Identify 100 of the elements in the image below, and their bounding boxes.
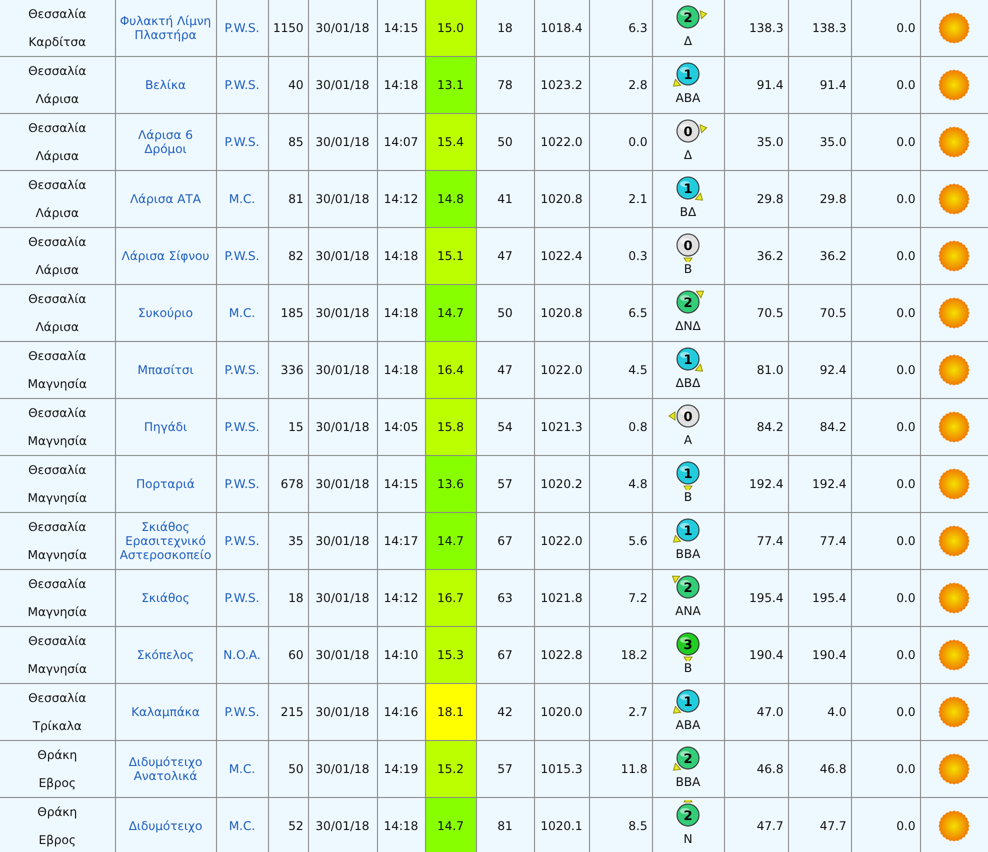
table-cell: 67 — [497, 648, 513, 662]
station-link[interactable]: Μπασίτσι — [118, 363, 214, 377]
station-link[interactable]: Σκιάθος Ερασιτεχνικό Αστεροσκοπείο — [118, 520, 214, 562]
table-cell: 2.1 — [628, 192, 648, 206]
wind-direction-label: Δ — [682, 34, 694, 48]
temperature-cell: 16.4 — [425, 342, 476, 398]
station-link[interactable]: Διδυμότειχο — [118, 819, 214, 833]
table-cell: 85 — [288, 135, 304, 149]
network-link[interactable]: P.W.S. — [224, 249, 260, 263]
table-cell: 52 — [288, 819, 304, 833]
table-cell: 35.0 — [756, 135, 784, 149]
temperature-cell: 15.0 — [425, 0, 476, 56]
table-cell: 215 — [280, 705, 304, 719]
region-label: Θράκη — [36, 747, 78, 764]
wind-force-label: 1 — [683, 524, 693, 539]
station-link[interactable]: Συκούριο — [118, 306, 214, 320]
table-cell: 77.4 — [820, 534, 846, 548]
network-link[interactable]: P.W.S. — [224, 591, 260, 605]
station-link[interactable]: Πορταριά — [118, 477, 214, 491]
table-cell: 60 — [288, 648, 304, 662]
table-cell: 0.0 — [896, 705, 916, 719]
wind-force-label: 2 — [683, 581, 693, 596]
table-cell: 1020.0 — [540, 705, 582, 719]
table-cell: 0.0 — [896, 21, 916, 35]
table-cell: 0.0 — [896, 477, 916, 491]
table-cell: 0.3 — [628, 249, 648, 263]
network-link[interactable]: M.C. — [228, 819, 256, 833]
station-link[interactable]: Καλαμπάκα — [118, 705, 214, 719]
table-cell: 15 — [288, 420, 304, 434]
table-cell: 54 — [497, 420, 513, 434]
station-link[interactable]: Βελίκα — [118, 78, 214, 92]
wind-direction-label: Δ — [682, 148, 694, 162]
network-link[interactable]: M.C. — [228, 192, 256, 206]
region-label: Θεσσαλία — [27, 405, 88, 422]
network-link[interactable]: P.W.S. — [224, 135, 260, 149]
region-label: Εβρος — [38, 775, 77, 792]
table-cell: 30/01/18 — [316, 78, 370, 92]
wind-force-label: 0 — [683, 410, 693, 425]
station-link[interactable]: Σκιάθος — [118, 591, 214, 605]
table-cell: 190.4 — [812, 648, 846, 662]
station-link[interactable]: Σκόπελος — [118, 648, 214, 662]
table-cell: 1020.2 — [540, 477, 582, 491]
table-cell: 0.0 — [896, 591, 916, 605]
region-label: Λάρισα — [34, 148, 80, 165]
table-cell: 35 — [288, 534, 304, 548]
region-label: Θεσσαλία — [27, 234, 88, 251]
station-link[interactable]: Διδυμότειχο Ανατολικά — [118, 755, 214, 783]
table-cell: 0.0 — [896, 192, 916, 206]
table-cell: 57 — [497, 762, 513, 776]
table-cell: 30/01/18 — [316, 135, 370, 149]
region-label: Λάρισα — [34, 91, 80, 108]
network-link[interactable]: M.C. — [228, 306, 256, 320]
network-link[interactable]: P.W.S. — [224, 363, 260, 377]
table-cell: 47.7 — [820, 819, 846, 833]
table-cell: 50 — [497, 135, 513, 149]
temperature-cell: 14.7 — [425, 284, 476, 342]
table-cell: 30/01/18 — [316, 648, 370, 662]
wind-direction-label: ΑΒΑ — [674, 718, 702, 732]
network-link[interactable]: N.O.A. — [223, 648, 261, 662]
region-label: Λάρισα — [34, 319, 80, 336]
network-link[interactable]: P.W.S. — [224, 21, 260, 35]
station-link[interactable]: Λάρισα ΑΤΑ — [118, 192, 214, 206]
wind-direction-label: Β — [682, 490, 694, 504]
table-cell: 91.4 — [820, 78, 846, 92]
table-cell: 1022.0 — [540, 363, 582, 377]
table-cell: 30/01/18 — [316, 477, 370, 491]
network-link[interactable]: P.W.S. — [224, 705, 260, 719]
table-cell: 35.0 — [820, 135, 846, 149]
wind-force-label: 0 — [683, 239, 693, 254]
table-cell: 14:05 — [384, 420, 418, 434]
table-cell: 1022.8 — [540, 648, 582, 662]
table-cell: 0.0 — [896, 819, 916, 833]
station-link[interactable]: Πηγάδι — [118, 420, 214, 434]
region-label: Λάρισα — [34, 262, 80, 279]
table-cell: 18 — [497, 21, 513, 35]
network-link[interactable]: M.C. — [228, 762, 256, 776]
table-cell: 30/01/18 — [316, 306, 370, 320]
station-link[interactable]: Φυλακτή Λίμνη Πλαστήρα — [118, 14, 214, 42]
temperature-cell: 15.2 — [425, 740, 476, 798]
network-link[interactable]: P.W.S. — [224, 78, 260, 92]
station-link[interactable]: Λάρισα Σίφνου — [118, 249, 214, 263]
region-label: Θεσσαλία — [27, 348, 88, 365]
table-cell: 81.0 — [756, 363, 784, 377]
region-label: Θεσσαλία — [27, 519, 88, 536]
table-cell: 1020.8 — [540, 192, 582, 206]
wind-direction-label: ΔΝΔ — [674, 319, 702, 333]
table-cell: 84.2 — [820, 420, 846, 434]
temperature-cell: 15.4 — [425, 114, 476, 170]
station-link[interactable]: Λάρισα 6 Δρόμοι — [118, 128, 214, 156]
table-cell: 70.5 — [756, 306, 784, 320]
table-cell: 2.7 — [628, 705, 648, 719]
table-cell: 84.2 — [756, 420, 784, 434]
wind-direction-label: ΑΝΑ — [674, 604, 702, 618]
table-cell: 30/01/18 — [316, 249, 370, 263]
table-cell: 4.0 — [827, 705, 846, 719]
table-cell: 30/01/18 — [316, 705, 370, 719]
network-link[interactable]: P.W.S. — [224, 477, 260, 491]
network-link[interactable]: P.W.S. — [224, 534, 260, 548]
network-link[interactable]: P.W.S. — [224, 420, 260, 434]
temperature-cell: 14.8 — [425, 170, 476, 228]
